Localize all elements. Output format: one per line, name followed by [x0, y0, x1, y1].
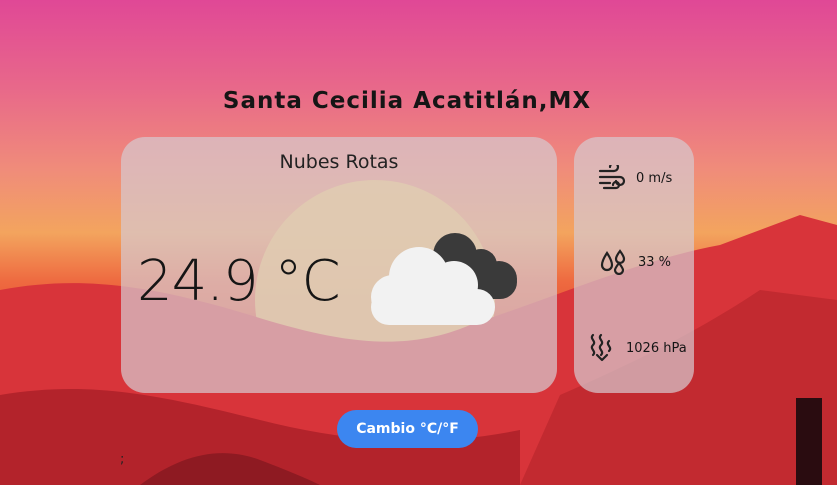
wind-value: 0 m/s	[636, 170, 673, 186]
pressure-row: 1026 hPa	[574, 333, 694, 363]
wind-row: 0 m/s	[574, 165, 694, 191]
stray-text: ;	[120, 452, 125, 467]
main-weather-card: Nubes Rotas 24.9 °C	[121, 137, 557, 393]
weather-description: Nubes Rotas	[279, 151, 399, 173]
details-card: 0 m/s 33 % 1026 hPa	[574, 137, 694, 393]
unit-toggle-button[interactable]: Cambio °C/°F	[337, 410, 478, 448]
pressure-value: 1026 hPa	[626, 340, 687, 356]
humidity-row: 33 %	[574, 249, 694, 275]
humidity-value: 33 %	[638, 254, 672, 270]
pressure-icon	[590, 333, 612, 362]
wind-icon	[598, 165, 626, 190]
humidity-drops-icon	[600, 249, 626, 275]
temperature-value: 24.9 °C	[137, 249, 341, 314]
broken-clouds-icon	[371, 233, 517, 325]
city-title: Santa Cecilia Acatitlán,MX	[222, 88, 592, 114]
